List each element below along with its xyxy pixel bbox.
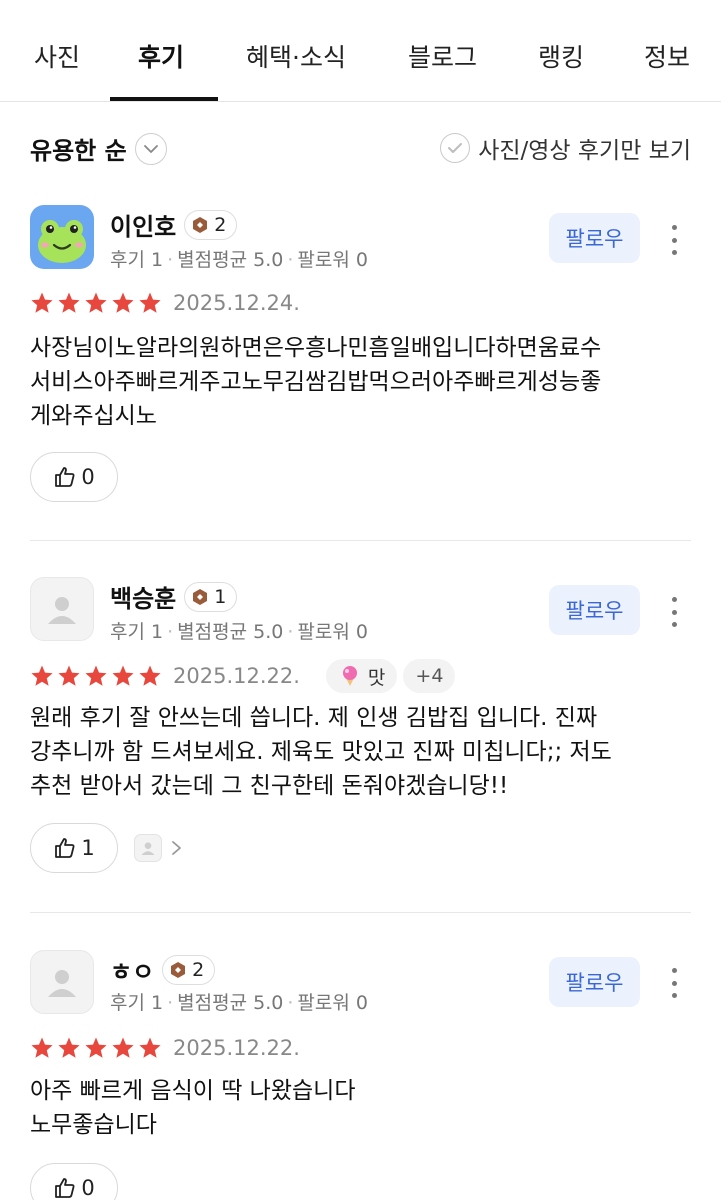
thumbs-up-icon (55, 467, 75, 487)
like-count: 0 (81, 1176, 95, 1200)
reviewer-header: 이인호 2 (110, 207, 238, 242)
follower-count: 팔로워 0 (297, 992, 368, 1014)
star-icon (112, 292, 134, 313)
tab-blog[interactable]: 블로그 (408, 38, 477, 74)
chevron-down-icon (134, 132, 167, 165)
star-icon (139, 1037, 161, 1058)
star-icon (85, 665, 107, 686)
person-icon (48, 970, 76, 997)
sort-label: 유용한 순 (30, 137, 127, 165)
rating-row: 2025.12.22. 맛 +4 (30, 659, 456, 693)
tab-bar: 사진 후기 혜택·소식 블로그 랭킹 정보 (0, 0, 721, 102)
more-options-icon[interactable] (664, 597, 684, 627)
average-rating: 별점평균 5.0 (177, 992, 284, 1014)
thumbs-up-icon (55, 1178, 75, 1198)
tab-info[interactable]: 정보 (644, 38, 690, 74)
level-number: 2 (214, 213, 227, 236)
level-hex-icon (171, 961, 186, 978)
reviewer-header: ㅎㅇ 2 (110, 952, 216, 987)
person-icon (48, 597, 76, 624)
more-options-icon[interactable] (664, 968, 684, 998)
more-options-icon[interactable] (664, 225, 684, 255)
review-text: 사장님이노알라의원하면은우흥나민흠일배입니다하면움료수 서비스아주빠르게주고노무… (30, 335, 602, 429)
review-text: 아주 빠르게 음식이 딱 나왔습니다 노무좋습니다 (30, 1078, 356, 1138)
follow-button[interactable]: 팔로우 (549, 585, 640, 635)
level-badge: 2 (162, 954, 216, 985)
review-date: 2025.12.24. (173, 291, 300, 315)
chevron-right-icon (172, 841, 181, 855)
like-button[interactable]: 0 (30, 452, 118, 502)
photo-filter-label: 사진/영상 후기만 보기 (478, 138, 691, 164)
level-badge: 2 (184, 209, 238, 240)
review-count: 후기 1 (110, 621, 164, 643)
star-icon (112, 1037, 134, 1058)
like-button[interactable]: 1 (30, 823, 118, 873)
like-button[interactable]: 0 (30, 1163, 118, 1200)
star-icon (139, 665, 161, 686)
ice-cream-icon (342, 666, 357, 686)
reactor-list[interactable] (134, 834, 184, 862)
reviewer-header: 백승훈 1 (110, 579, 238, 614)
level-number: 2 (192, 958, 205, 981)
level-badge: 1 (184, 581, 238, 612)
review-count: 후기 1 (110, 992, 164, 1014)
like-count: 0 (81, 465, 95, 489)
average-rating: 별점평균 5.0 (177, 249, 284, 271)
level-number: 1 (214, 585, 227, 608)
star-rating (30, 1036, 165, 1060)
reviewer-meta: 후기 1 · 별점평균 5.0 · 팔로워 0 (110, 621, 368, 643)
rating-row: 2025.12.22. (30, 1036, 300, 1060)
rating-row: 2025.12.24. (30, 291, 300, 315)
person-icon (141, 842, 155, 856)
star-icon (31, 292, 53, 313)
star-icon (139, 292, 161, 313)
star-icon (58, 1037, 80, 1058)
review-divider (30, 540, 691, 541)
star-rating (30, 291, 165, 315)
follower-count: 팔로워 0 (297, 621, 368, 643)
tab-reviews[interactable]: 후기 (138, 38, 184, 74)
follow-button[interactable]: 팔로우 (549, 957, 640, 1007)
reactor-avatar (134, 834, 162, 862)
review-text: 원래 후기 잘 안쓰는데 씁니다. 제 인생 김밥집 입니다. 진짜 강추니까 … (30, 705, 612, 799)
reviewer-meta: 후기 1 · 별점평균 5.0 · 팔로워 0 (110, 992, 368, 1014)
review-date: 2025.12.22. (173, 1036, 300, 1060)
default-avatar[interactable] (30, 577, 94, 641)
review-divider (30, 912, 691, 913)
reviewer-name[interactable]: 백승훈 (110, 579, 176, 614)
star-icon (85, 1037, 107, 1058)
active-tab-indicator (110, 97, 218, 101)
like-count: 1 (81, 836, 95, 860)
review-date: 2025.12.22. (173, 664, 300, 688)
keyword-more-chip[interactable]: +4 (403, 659, 456, 693)
reviewer-name[interactable]: ㅎㅇ (110, 952, 154, 987)
reviewer-name[interactable]: 이인호 (110, 207, 176, 242)
star-icon (31, 1037, 53, 1058)
average-rating: 별점평균 5.0 (177, 621, 284, 643)
sort-dropdown[interactable]: 유용한 순 (30, 131, 167, 166)
review-count: 후기 1 (110, 249, 164, 271)
photo-review-filter[interactable]: 사진/영상 후기만 보기 (440, 131, 691, 165)
tab-ranking[interactable]: 랭킹 (538, 38, 584, 74)
star-icon (58, 665, 80, 686)
tab-benefits-news[interactable]: 혜택·소식 (246, 38, 346, 74)
star-icon (85, 292, 107, 313)
reviewer-meta: 후기 1 · 별점평균 5.0 · 팔로워 0 (110, 249, 368, 271)
keyword-label: 맛 (367, 666, 386, 689)
level-hex-icon (193, 216, 208, 233)
follow-button[interactable]: 팔로우 (549, 213, 640, 263)
star-icon (31, 665, 53, 686)
check-icon (440, 133, 471, 163)
thumbs-up-icon (55, 838, 75, 858)
keyword-chip[interactable]: 맛 (325, 659, 398, 693)
default-avatar[interactable] (30, 950, 94, 1014)
star-icon (112, 665, 134, 686)
tab-photos[interactable]: 사진 (34, 38, 80, 74)
frog-avatar[interactable] (30, 205, 94, 269)
follower-count: 팔로워 0 (297, 249, 368, 271)
star-icon (58, 292, 80, 313)
star-rating (30, 664, 165, 688)
level-hex-icon (193, 588, 208, 605)
